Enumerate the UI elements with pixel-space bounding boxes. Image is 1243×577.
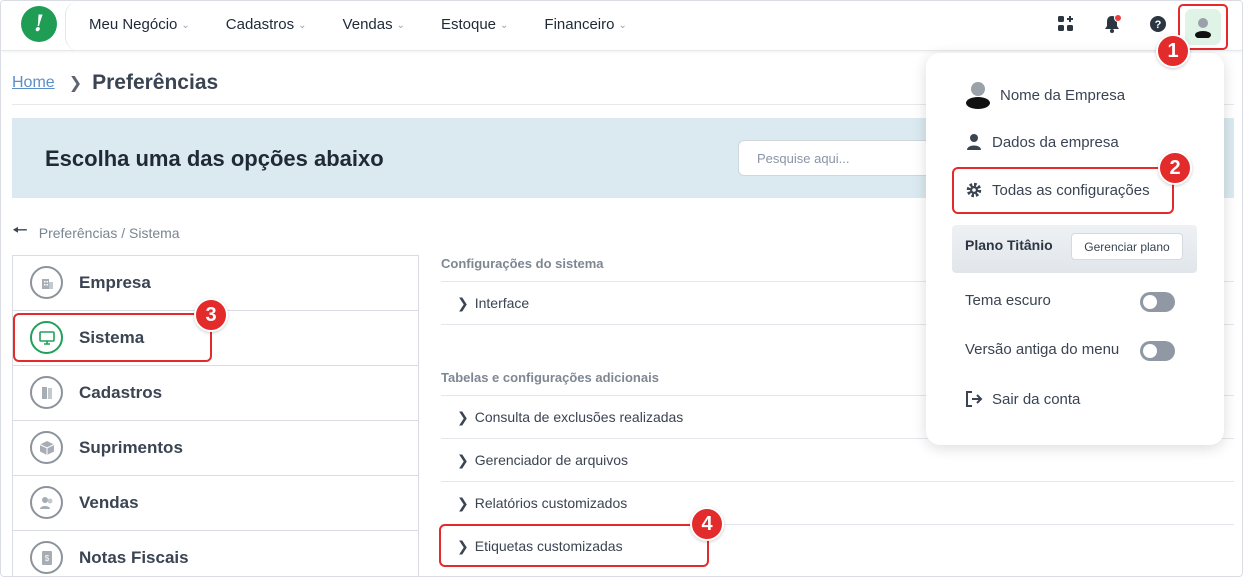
sidebar-item-label: Vendas	[79, 493, 139, 512]
nav-financeiro[interactable]: Financeiro ⌄	[544, 16, 626, 33]
nav-vendas[interactable]: Vendas ⌄	[343, 16, 405, 33]
bell-icon[interactable]	[1100, 12, 1124, 36]
sidebar-item-suprimentos[interactable]: Suprimentos	[13, 421, 418, 476]
manage-plan-button[interactable]: Gerenciar plano	[1071, 233, 1183, 260]
row-label: Gerenciador de arquivos	[474, 452, 629, 468]
dropdown-old-menu: Versão antiga do menu	[965, 341, 1119, 358]
row-label: Consulta de exclusões realizadas	[474, 409, 684, 425]
sidebar-item-label: Cadastros	[79, 383, 163, 402]
book-icon	[30, 376, 63, 409]
back-navigation: 🠔 Preferências / Sistema	[12, 218, 180, 248]
dropdown-label: Sair da conta	[992, 390, 1081, 408]
row-label: Relatórios customizados	[474, 495, 628, 511]
top-navbar: ! Meu Negócio ⌄ Cadastros ⌄ Vendas ⌄ Estoqu…	[1, 1, 1242, 51]
sidebar-item-cadastros[interactable]: Cadastros	[13, 366, 418, 421]
dropdown-logout[interactable]: Sair da conta	[964, 389, 1080, 409]
help-icon[interactable]: ?	[1146, 12, 1170, 36]
receipt-icon: $	[30, 541, 63, 574]
app-logo[interactable]: !	[21, 6, 57, 42]
banner-title: Escolha uma das opções abaixo	[45, 146, 384, 171]
sidebar-item-vendas[interactable]: Vendas	[13, 476, 418, 531]
page-title: Preferências	[92, 71, 219, 94]
plan-box: Plano Titânio Gerenciar plano	[952, 225, 1197, 273]
company-name: Nome da Empresa	[1000, 86, 1126, 104]
sidebar-item-label: Notas Fiscais	[79, 548, 189, 567]
svg-text:$: $	[44, 554, 49, 563]
dropdown-company-data[interactable]: Dados da empresa	[964, 132, 1119, 152]
dropdown-label: Tema escuro	[965, 292, 1051, 309]
apps-grid-icon[interactable]	[1054, 12, 1078, 36]
sidebar-item-label: Suprimentos	[79, 438, 183, 457]
nav-label: Financeiro	[544, 15, 615, 33]
chevron-down-icon: ⌄	[618, 19, 627, 31]
plan-name: Plano Titânio	[965, 237, 1053, 253]
people-icon	[30, 486, 63, 519]
nav-label: Meu Negócio	[89, 15, 178, 33]
nav-cadastros[interactable]: Cadastros ⌄	[226, 16, 307, 33]
box-icon	[30, 431, 63, 464]
chevron-down-icon: ⌄	[181, 19, 190, 31]
step-badge-4: 4	[690, 507, 724, 541]
nav-meu-negocio[interactable]: Meu Negócio ⌄	[89, 16, 190, 33]
user-dropdown-menu: Nome da Empresa Dados da empresa Todas a…	[926, 53, 1224, 445]
logout-icon	[964, 389, 984, 409]
highlight-sistema	[13, 313, 212, 362]
chevron-right-icon: ❯	[457, 408, 469, 425]
nav-label: Estoque	[440, 15, 497, 33]
dropdown-label: Versão antiga do menu	[965, 341, 1120, 358]
sidebar-item-notas-fiscais[interactable]: $ Notas Fiscais	[13, 531, 418, 576]
highlight-all-settings	[952, 167, 1174, 214]
sidebar-item-label: Empresa	[79, 273, 151, 292]
user-avatar-icon	[1185, 9, 1221, 45]
highlight-etiquetas	[439, 524, 709, 567]
nav-label: Cadastros	[225, 15, 295, 33]
chevron-right-icon: ❯	[457, 294, 469, 311]
row-label: Interface	[474, 295, 530, 311]
building-icon	[30, 266, 63, 299]
step-badge-1: 1	[1156, 34, 1190, 68]
nav-estoque[interactable]: Estoque ⌄	[441, 16, 508, 33]
dropdown-company-name[interactable]: Nome da Empresa	[964, 81, 1125, 109]
arrow-left-icon[interactable]: 🠔	[12, 218, 28, 248]
current-path: Preferências / Sistema	[38, 225, 180, 241]
section-title-sistema: Configurações do sistema	[441, 256, 604, 271]
chevron-down-icon: ⌄	[500, 19, 509, 31]
step-badge-2: 2	[1158, 151, 1192, 185]
dark-theme-toggle[interactable]	[1140, 292, 1175, 312]
chevron-right-icon: ❯	[68, 75, 83, 92]
section-title-tabelas: Tabelas e configurações adicionais	[441, 370, 659, 385]
chevron-down-icon: ⌄	[396, 19, 405, 31]
chevron-right-icon: ❯	[457, 494, 469, 511]
chevron-right-icon: ❯	[457, 451, 469, 468]
user-icon	[964, 132, 984, 152]
breadcrumb: Home ❯ Preferências	[12, 71, 218, 95]
dropdown-dark-theme: Tema escuro	[965, 292, 1051, 309]
main-nav: Meu Negócio ⌄ Cadastros ⌄ Vendas ⌄ Estoque ⌄…	[89, 1, 663, 47]
config-row-relatorios[interactable]: ❯ Relatórios customizados	[441, 481, 1234, 524]
nav-label: Vendas	[342, 15, 393, 33]
logo-separator	[65, 1, 79, 51]
old-menu-toggle[interactable]	[1140, 341, 1175, 361]
chevron-down-icon: ⌄	[298, 19, 307, 31]
svg-text:?: ?	[1155, 19, 1162, 31]
company-avatar-icon	[964, 81, 992, 109]
step-badge-3: 3	[194, 298, 228, 332]
dropdown-label: Dados da empresa	[992, 133, 1119, 151]
logo-letter: !	[34, 11, 44, 37]
breadcrumb-home-link[interactable]: Home	[12, 74, 55, 92]
